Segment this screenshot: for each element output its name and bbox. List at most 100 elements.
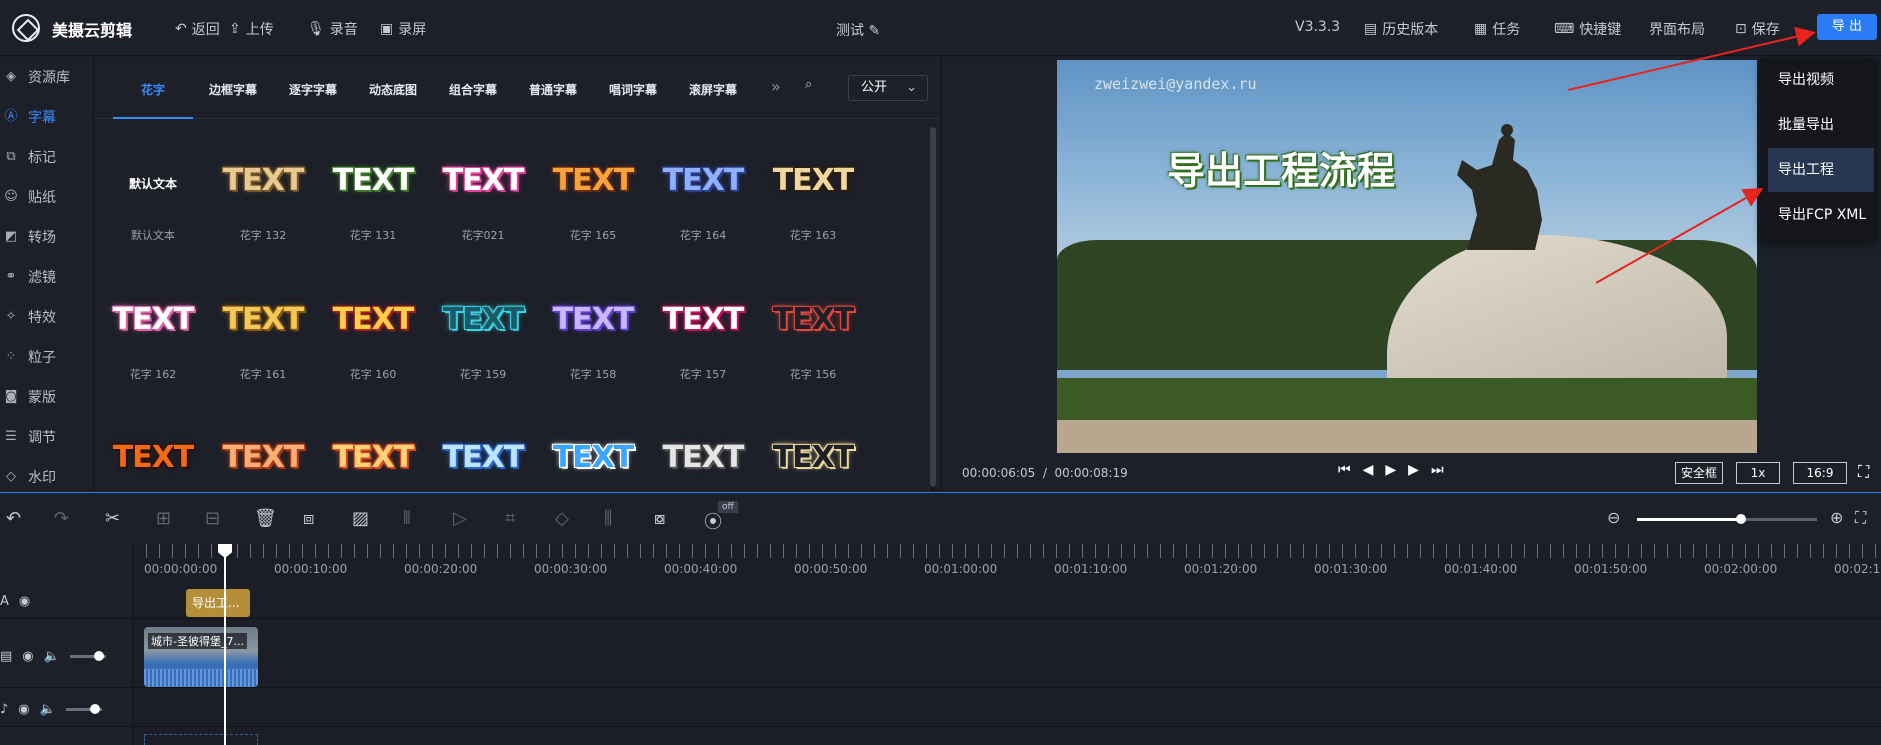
scope-select[interactable]: 公开 ⌄ (848, 75, 928, 101)
shortcut-button[interactable]: ⌨ 快捷键 (1554, 19, 1621, 39)
image-icon[interactable]: ▨ (352, 508, 369, 529)
safe-frame-button[interactable]: 安全框 (1675, 462, 1723, 484)
text-style-item[interactable]: TEXT 花字 165 (543, 119, 643, 242)
redo-icon[interactable]: ↷ (54, 508, 69, 529)
text-style-item[interactable]: TEXT 花字 159 (433, 258, 533, 381)
text-style-item[interactable]: TEXT 花字 131 (323, 119, 423, 242)
volume-icon[interactable]: 🔈 (44, 649, 60, 664)
audio-volume-slider[interactable] (65, 704, 102, 714)
tab-fancy-text[interactable]: 花字 (141, 81, 165, 98)
menu-item-export-fcp-xml[interactable]: 导出FCP XML (1768, 193, 1874, 237)
text-style-item[interactable]: TEXT 花字 163 (763, 119, 863, 242)
screen-record-button[interactable]: ▣ 录屏 (380, 19, 426, 39)
tab-dynamic-background[interactable]: 动态底图 (369, 81, 417, 98)
text-style-item[interactable]: TEXT (433, 396, 533, 491)
layout-button[interactable]: 界面布局 (1649, 19, 1705, 39)
menu-item-batch-export[interactable]: 批量导出 (1768, 103, 1874, 147)
split-scissors-icon[interactable]: ✂ (105, 508, 120, 529)
text-style-item[interactable]: TEXT 花字021 (433, 119, 533, 242)
sidebar-item-particle[interactable]: ⁘ 粒子 (0, 337, 93, 377)
sidebar-item-transition[interactable]: ◩ 转场 (0, 217, 93, 257)
ai-subtitle-icon[interactable]: ⧈ (303, 508, 314, 529)
sidebar-item-marker[interactable]: ⧉ 标记 (0, 137, 93, 177)
text-style-item[interactable]: TEXT (763, 396, 863, 491)
record-audio-button[interactable]: 🎙 录音 (307, 19, 358, 39)
sidebar-item-library[interactable]: ◈ 资源库 (0, 57, 93, 97)
text-style-item[interactable]: TEXT 花字 158 (543, 258, 643, 381)
undo-icon[interactable]: ↶ (6, 508, 21, 529)
text-style-item[interactable]: TEXT 花字 160 (323, 258, 423, 381)
tab-combo-subtitle[interactable]: 组合字幕 (449, 81, 497, 98)
zoom-slider-knob[interactable] (1736, 514, 1746, 524)
sidebar-item-effect[interactable]: ✧ 特效 (0, 297, 93, 337)
tab-word-by-word[interactable]: 逐字字幕 (289, 81, 337, 98)
save-button[interactable]: ⊡ 保存 (1735, 19, 1780, 39)
text-style-item[interactable]: TEXT 花字 161 (213, 258, 313, 381)
edit-pencil-icon[interactable]: ✎ (868, 23, 880, 39)
align-icon[interactable]: ⫴ (403, 508, 411, 529)
text-style-item[interactable]: TEXT 花字 132 (213, 119, 313, 242)
crop-icon[interactable]: ⌗ (505, 508, 515, 529)
panel-scrollbar-thumb[interactable] (930, 127, 936, 487)
task-button[interactable]: ▦ 任务 (1474, 19, 1520, 39)
menu-item-export-video[interactable]: 导出视频 (1768, 58, 1874, 102)
skip-to-start-icon[interactable]: ⏮ (1338, 462, 1351, 478)
video-volume-slider[interactable] (69, 651, 106, 661)
text-style-item[interactable]: TEXT (543, 396, 643, 491)
fit-timeline-icon[interactable]: ⛶ (1855, 508, 1866, 528)
text-style-item[interactable]: TEXT (213, 396, 313, 491)
tab-lyrics-subtitle[interactable]: 唱词字幕 (609, 81, 657, 98)
video-overlay-title[interactable]: 导出工程流程 (1167, 140, 1395, 195)
speed-select[interactable]: 1x (1736, 462, 1780, 484)
sidebar-item-watermark[interactable]: ◇ 水印 (0, 457, 93, 497)
volume-icon[interactable]: 🔈 (40, 702, 56, 717)
sidebar-item-subtitle[interactable]: Ⓐ 字幕 (0, 97, 93, 137)
subtitle-clip[interactable]: 导出工... (186, 589, 250, 617)
time-ruler[interactable]: 00:00:00:00 00:00:10:00 00:00:20:00 00:00:3… (134, 544, 1881, 584)
delete-icon[interactable]: 🗑 (254, 508, 277, 529)
text-style-item[interactable]: TEXT 花字 164 (653, 119, 753, 242)
menu-item-export-project[interactable]: 导出工程 (1768, 148, 1874, 192)
text-style-item[interactable]: 默认文本 默认文本 (103, 119, 203, 242)
playhead[interactable] (218, 544, 232, 745)
tab-border-subtitle[interactable]: 边框字幕 (209, 81, 257, 98)
play-icon[interactable]: ▶ (1385, 462, 1396, 478)
video-volume-knob[interactable] (93, 651, 104, 661)
step-forward-icon[interactable]: ▶ (1408, 462, 1419, 478)
video-clip[interactable]: 城市-圣彼得堡_7... (144, 627, 258, 687)
eraser-icon[interactable]: ◇ (555, 508, 569, 529)
export-button[interactable]: 导 出 (1817, 14, 1877, 40)
track-visibility-eye-icon[interactable]: ◉ (19, 594, 30, 609)
sidebar-item-sticker[interactable]: ☺ 贴纸 (0, 177, 93, 217)
snapshot-icon[interactable]: ⧇ (654, 508, 665, 529)
tab-normal-subtitle[interactable]: 普通字幕 (529, 81, 577, 98)
aspect-ratio-select[interactable]: 16:9 (1793, 462, 1847, 484)
skip-to-end-icon[interactable]: ⏭ (1431, 462, 1444, 478)
more-tabs-icon[interactable]: » (771, 77, 781, 96)
step-back-icon[interactable]: ◀ (1363, 462, 1374, 478)
sidebar-item-mask[interactable]: ◙ 蒙版 (0, 377, 93, 417)
ripple-icon[interactable]: ⊟ (205, 508, 220, 529)
search-icon[interactable]: ⌕ (805, 77, 812, 92)
track-visibility-eye-icon[interactable]: ◉ (18, 702, 29, 717)
zoom-out-icon[interactable]: ⊖ (1607, 508, 1620, 527)
fullscreen-icon[interactable]: ⛶ (1858, 462, 1869, 482)
zoom-in-icon[interactable]: ⊕ (1830, 508, 1843, 527)
sidebar-item-filter[interactable]: ⚭ 滤镜 (0, 257, 93, 297)
zoom-slider[interactable] (1637, 514, 1817, 524)
text-style-item[interactable]: TEXT (653, 396, 753, 491)
video-preview[interactable]: zweizwei@yandex.ru 导出工程流程 (1057, 60, 1757, 453)
audio-volume-knob[interactable] (89, 704, 100, 714)
history-button[interactable]: ▤ 历史版本 (1364, 19, 1438, 39)
text-style-item[interactable]: TEXT 花字 157 (653, 258, 753, 381)
columns-icon[interactable]: ⫼ (604, 508, 612, 529)
sidebar-item-adjust[interactable]: ☰ 调节 (0, 417, 93, 457)
track-visibility-eye-icon[interactable]: ◉ (22, 649, 33, 664)
project-name[interactable]: 测试 ✎ (836, 20, 880, 40)
freeze-frame-icon[interactable]: ⊞ (156, 508, 171, 529)
panel-scrollbar[interactable] (930, 127, 936, 491)
empty-track-slot[interactable] (144, 734, 258, 745)
back-button[interactable]: ↶ 返回 (175, 19, 220, 39)
video-icon[interactable]: ▷ (453, 508, 467, 529)
upload-button[interactable]: ⇪ 上传 (229, 19, 274, 39)
